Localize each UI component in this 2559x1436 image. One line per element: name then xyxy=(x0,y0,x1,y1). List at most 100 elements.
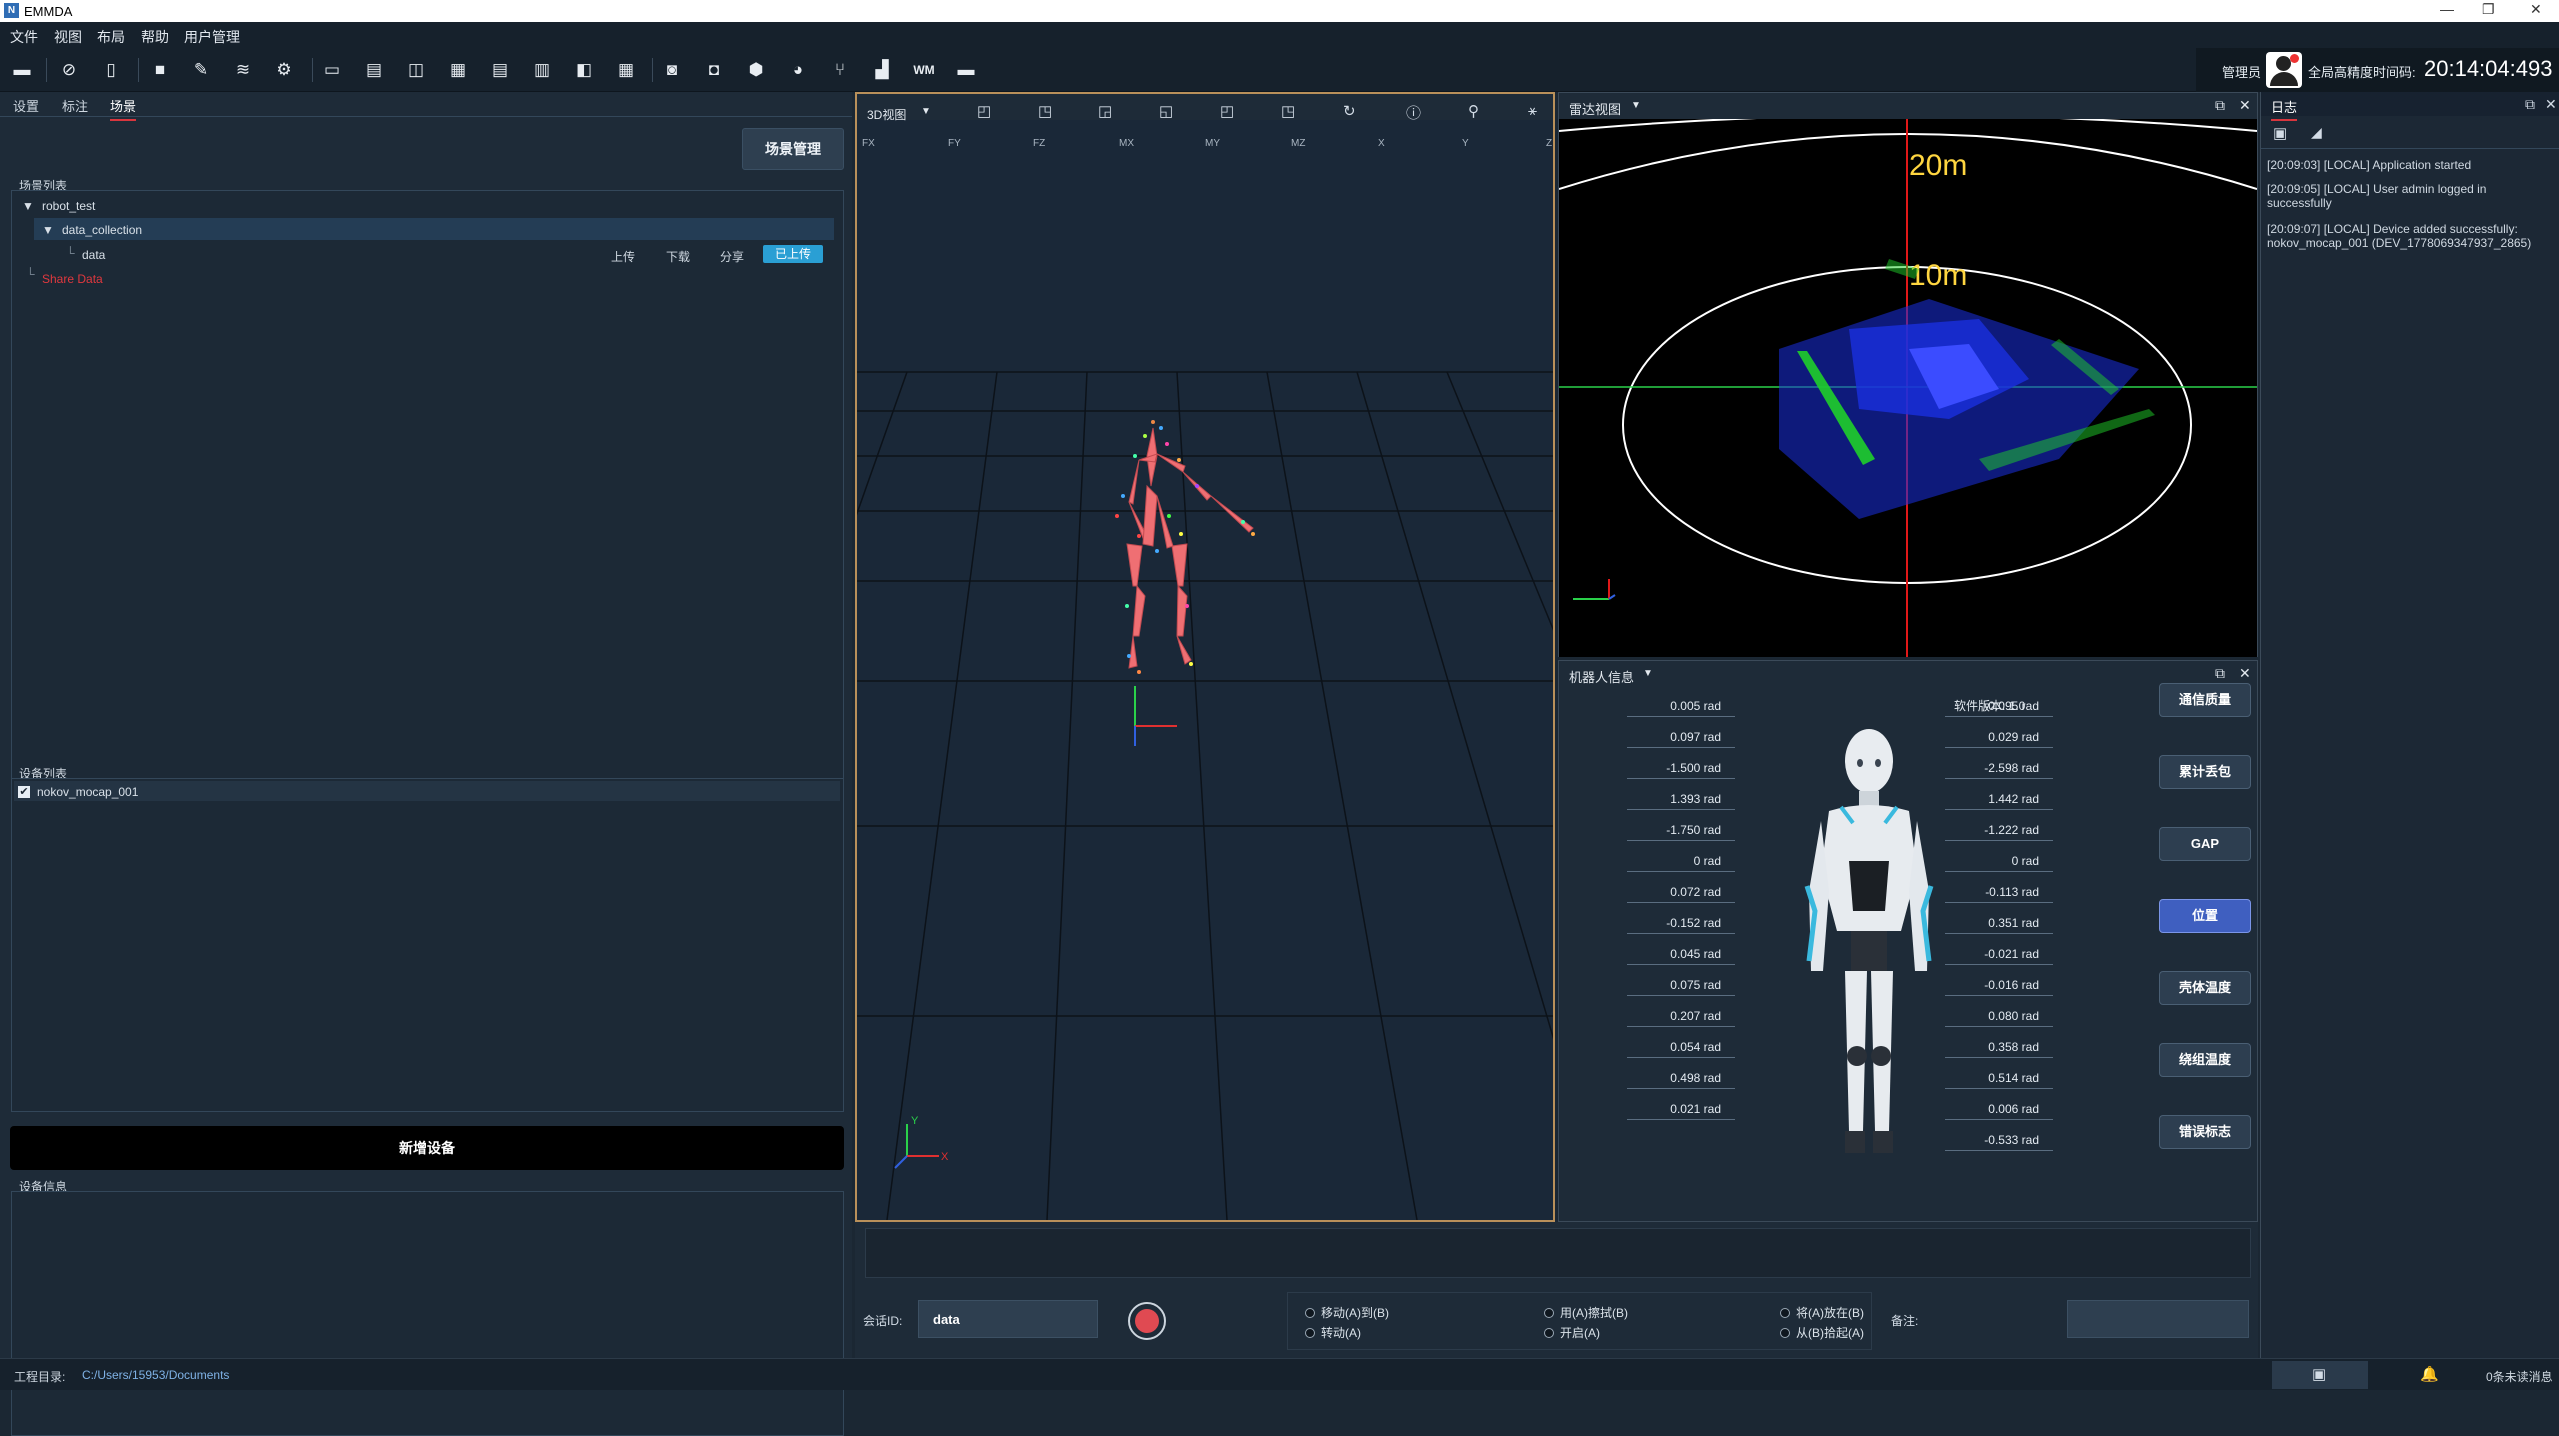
save-icon[interactable]: ▣ xyxy=(2273,124,2287,142)
box-icon[interactable]: ⬢ xyxy=(744,58,768,82)
unread-messages[interactable]: 0条未读消息 xyxy=(2486,1368,2553,1385)
view-bottom-icon[interactable]: ◳ xyxy=(1281,102,1295,120)
phone-icon[interactable]: ▯ xyxy=(99,58,123,82)
tree-item-root[interactable]: robot_test xyxy=(42,199,95,213)
radio-rotate[interactable]: 转动(A) xyxy=(1305,1324,1361,1341)
menu-file[interactable]: 文件 xyxy=(10,27,38,47)
close-icon[interactable]: ✕ xyxy=(2530,1,2542,18)
metric-button[interactable]: 累计丢包 xyxy=(2159,755,2251,789)
metric-button[interactable]: 壳体温度 xyxy=(2159,971,2251,1005)
tab-annotation[interactable]: 标注 xyxy=(62,96,88,115)
record-button[interactable] xyxy=(1128,1302,1166,1340)
layout-3-icon[interactable]: ◫ xyxy=(404,58,428,82)
timeline-area[interactable] xyxy=(865,1228,2251,1278)
add-device-button[interactable]: 新增设备 xyxy=(10,1126,844,1170)
device-item[interactable]: nokov_mocap_001 xyxy=(37,785,138,799)
layout-8-icon[interactable]: ▦ xyxy=(614,58,638,82)
info-icon[interactable]: ⓘ xyxy=(1406,102,1421,123)
metric-button[interactable]: 错误标志 xyxy=(2159,1115,2251,1149)
menu-user[interactable]: 用户管理 xyxy=(184,27,240,47)
log-tab[interactable]: 日志 xyxy=(2271,97,2298,121)
hide-icon[interactable]: ⊘ xyxy=(57,58,81,82)
radio-place-on[interactable]: 将(A)放在(B) xyxy=(1780,1304,1864,1321)
chevron-down-icon[interactable]: ▼ xyxy=(1643,668,1653,679)
tree-toggle-icon[interactable]: ▼ xyxy=(42,223,54,237)
open-folder-icon[interactable]: ▬ xyxy=(10,58,34,82)
device-checkbox[interactable]: ✔ xyxy=(18,786,30,798)
share-button[interactable]: 分享 xyxy=(720,248,744,265)
pen-icon[interactable]: ✎ xyxy=(189,58,213,82)
upload-button[interactable]: 上传 xyxy=(611,248,635,265)
bell-icon[interactable]: 🔔 xyxy=(2420,1365,2439,1383)
radar-view-select[interactable]: 雷达视图 xyxy=(1569,99,1621,118)
avatar[interactable] xyxy=(2266,52,2302,88)
radio-wipe[interactable]: 用(A)擦拭(B) xyxy=(1544,1304,1628,1321)
robot-view-select[interactable]: 机器人信息 xyxy=(1569,667,1634,686)
minimize-icon[interactable]: — xyxy=(2440,1,2454,17)
radio-move-to[interactable]: 移动(A)到(B) xyxy=(1305,1304,1389,1321)
scene-canvas[interactable]: Y X xyxy=(857,156,1553,1220)
radar-canvas[interactable]: 20m 10m xyxy=(1559,119,2257,657)
metric-button[interactable]: 位置 xyxy=(2159,899,2251,933)
viewer-3d[interactable]: 3D视图 ▼ ◰ ◳ ◲ ◱ ◰ ◳ ↻ ⓘ ⚲ ⚹ FX FY FZ MX M… xyxy=(855,92,1555,1222)
metric-button[interactable]: 绕组温度 xyxy=(2159,1043,2251,1077)
chevron-down-icon[interactable]: ▼ xyxy=(921,106,931,117)
menu-layout[interactable]: 布局 xyxy=(97,27,125,47)
joint-value-right: 0.358 rad xyxy=(1945,1038,2053,1058)
refresh-icon[interactable]: ↻ xyxy=(1343,102,1356,120)
menu-help[interactable]: 帮助 xyxy=(141,27,169,47)
metric-button[interactable]: GAP xyxy=(2159,827,2251,861)
float-icon[interactable]: ⧉ xyxy=(2215,665,2225,682)
metric-button[interactable]: 通信质量 xyxy=(2159,683,2251,717)
maximize-icon[interactable]: ❐ xyxy=(2482,1,2495,18)
wm-icon[interactable]: WM xyxy=(912,58,936,82)
session-id-input[interactable]: data xyxy=(933,1312,960,1327)
camera-icon[interactable]: ◘ xyxy=(702,58,726,82)
scene-manage-button[interactable]: 场景管理 xyxy=(742,128,844,170)
menu-view[interactable]: 视图 xyxy=(54,27,82,47)
chevron-down-icon[interactable]: ▼ xyxy=(1631,100,1641,111)
view-front-icon[interactable]: ◰ xyxy=(977,102,991,120)
camera-x-icon[interactable]: ■ xyxy=(148,58,172,82)
close-icon[interactable]: ✕ xyxy=(2545,96,2557,113)
gear-icon[interactable]: ⚙ xyxy=(272,58,296,82)
view-back-icon[interactable]: ◳ xyxy=(1038,102,1052,120)
layers-icon[interactable]: ≋ xyxy=(231,58,255,82)
branch-icon[interactable]: ⑂ xyxy=(828,58,852,82)
tree-item-data-collection[interactable]: data_collection xyxy=(62,223,142,237)
radar-view[interactable]: 雷达视图 ▼ ⧉ ✕ 20m 10m xyxy=(1558,92,2258,657)
view-right-icon[interactable]: ◱ xyxy=(1159,102,1173,120)
tab-settings[interactable]: 设置 xyxy=(13,96,39,115)
note-input[interactable] xyxy=(2067,1300,2249,1338)
close-icon[interactable]: ✕ xyxy=(2239,97,2251,114)
view-top-icon[interactable]: ◰ xyxy=(1220,102,1234,120)
float-icon[interactable]: ⧉ xyxy=(2525,96,2535,113)
layout-6-icon[interactable]: ▥ xyxy=(530,58,554,82)
skeleton-icon[interactable]: ⚲ xyxy=(1468,102,1479,120)
radio-pick-from[interactable]: 从(B)拾起(A) xyxy=(1780,1324,1864,1341)
capture-icon[interactable]: ◙ xyxy=(660,58,684,82)
bar-chart-icon[interactable]: ▟ xyxy=(870,58,894,82)
project-dir[interactable]: C:/Users/15953/Documents xyxy=(82,1368,229,1382)
device-icon[interactable]: ▣ xyxy=(2312,1365,2326,1383)
tree-toggle-icon[interactable]: ▼ xyxy=(22,199,34,213)
clear-icon[interactable]: ◢ xyxy=(2311,124,2322,141)
radio-open[interactable]: 开启(A) xyxy=(1544,1324,1600,1341)
close-icon[interactable]: ✕ xyxy=(2239,665,2251,682)
layout-4-icon[interactable]: ▦ xyxy=(446,58,470,82)
joint-value-left: -1.750 rad xyxy=(1627,821,1735,841)
file-icon[interactable]: ▬ xyxy=(954,58,978,82)
view-left-icon[interactable]: ◲ xyxy=(1098,102,1112,120)
view-select[interactable]: 3D视图 xyxy=(867,106,906,123)
layout-1-icon[interactable]: ▭ xyxy=(320,58,344,82)
layout-2-icon[interactable]: ▤ xyxy=(362,58,386,82)
gauge-icon[interactable]: ◕ xyxy=(786,58,810,82)
layout-7-icon[interactable]: ◧ xyxy=(572,58,596,82)
layout-5-icon[interactable]: ▤ xyxy=(488,58,512,82)
tab-scene[interactable]: 场景 xyxy=(110,96,137,121)
tree-item-share-data[interactable]: Share Data xyxy=(42,272,103,286)
download-button[interactable]: 下载 xyxy=(666,248,690,265)
marker-icon[interactable]: ⚹ xyxy=(1528,102,1537,119)
float-icon[interactable]: ⧉ xyxy=(2215,97,2225,114)
tree-item-data[interactable]: data xyxy=(82,248,105,262)
